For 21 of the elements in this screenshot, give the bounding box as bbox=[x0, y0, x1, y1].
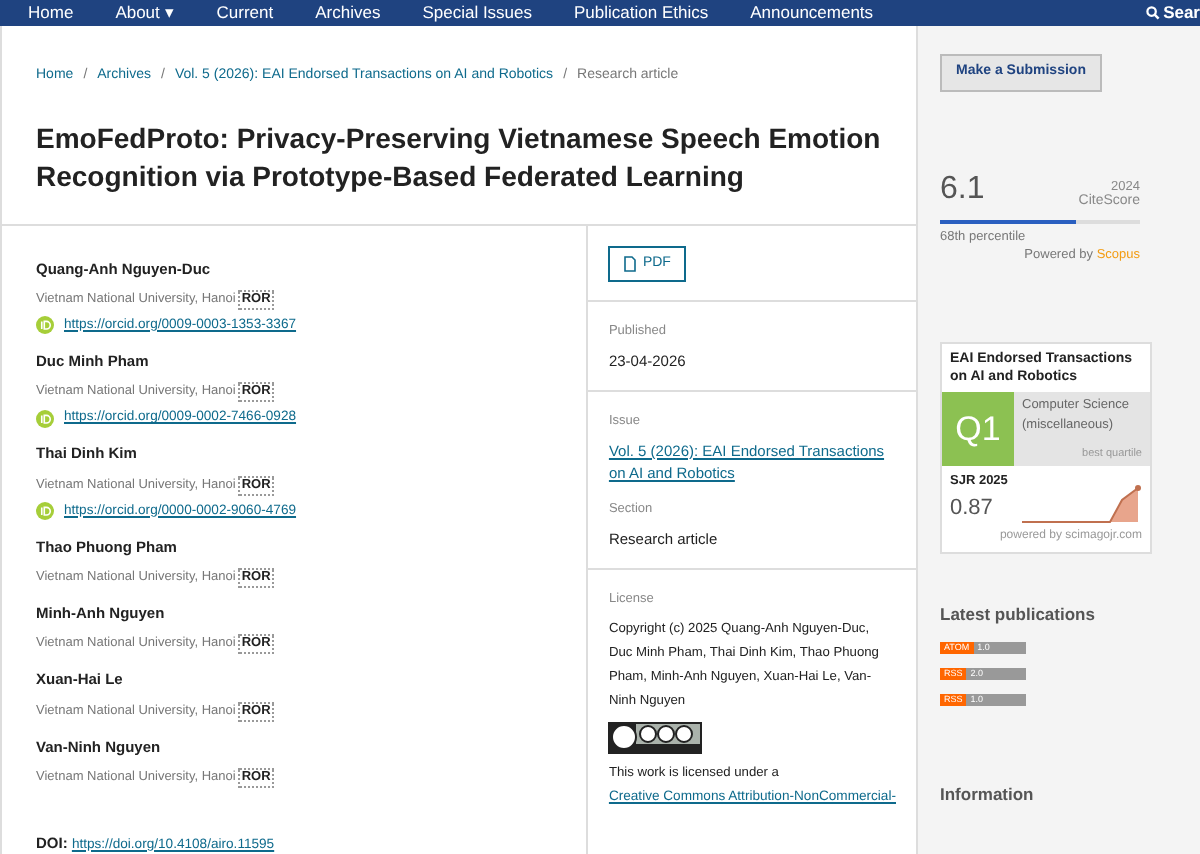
information-heading: Information bbox=[940, 782, 1036, 808]
search-link[interactable]: Sear bbox=[1145, 2, 1200, 22]
orcid-icon bbox=[36, 502, 54, 521]
nav-link-item[interactable]: Publication Ethics bbox=[574, 2, 709, 22]
nav-link-item[interactable]: Home bbox=[28, 2, 74, 22]
article-title: EmoFedProto: Privacy-Preserving Vietnamese Speech Emotion Recognition via Prototype-Based Federated Learning bbox=[34, 119, 883, 195]
quartile-label: Q1 bbox=[942, 392, 1014, 466]
document-icon bbox=[624, 255, 637, 272]
search-icon bbox=[1145, 5, 1160, 19]
citescore-value: 6.1 bbox=[940, 169, 985, 209]
sjr-trend-chart bbox=[1022, 484, 1142, 525]
nav-link-item[interactable]: Announcements bbox=[750, 2, 874, 22]
sjr-value: 0.87 bbox=[950, 493, 995, 524]
orcid-icon bbox=[36, 409, 54, 428]
nav-link-item[interactable]: Current bbox=[216, 2, 274, 22]
orcid-icon bbox=[36, 316, 54, 335]
nav-link-item[interactable]: Special Issues bbox=[422, 2, 533, 22]
nav-link-item[interactable]: About ▾ bbox=[115, 2, 175, 22]
creative-commons-badge-icon bbox=[608, 722, 703, 754]
latest-publications-heading: Latest publications bbox=[940, 602, 1097, 628]
nav-link-item[interactable]: Archives bbox=[315, 2, 381, 22]
